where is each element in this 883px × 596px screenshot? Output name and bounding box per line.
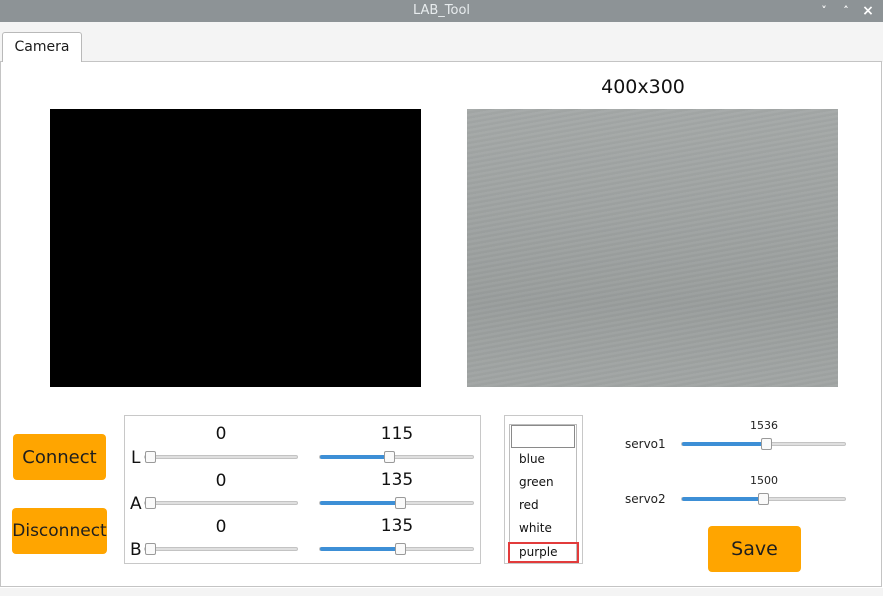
- b-max-value: 135: [380, 516, 414, 536]
- a-channel-label: A: [130, 494, 142, 514]
- b-min-value: 0: [215, 517, 227, 537]
- b-channel-label: B: [130, 540, 142, 560]
- color-option-white[interactable]: white: [519, 521, 552, 535]
- l-min-value: 0: [215, 424, 227, 444]
- servo1-slider-fill: [682, 442, 766, 446]
- maximize-icon[interactable]: ˄: [838, 2, 854, 20]
- color-option-red[interactable]: red: [519, 498, 539, 512]
- b-min-slider-thumb[interactable]: [145, 543, 156, 555]
- tab-camera[interactable]: Camera: [2, 32, 82, 62]
- selection-highlight: [508, 542, 579, 563]
- l-max-value: 115: [380, 424, 414, 444]
- b-max-slider-fill: [320, 547, 400, 551]
- l-max-slider-fill: [320, 455, 389, 459]
- color-option-blue[interactable]: blue: [519, 452, 545, 466]
- l-max-slider[interactable]: [319, 451, 474, 463]
- servo2-value: 1500: [750, 474, 778, 487]
- servo1-slider[interactable]: [681, 438, 846, 450]
- color-option-green[interactable]: green: [519, 475, 554, 489]
- a-max-slider-thumb[interactable]: [395, 497, 406, 509]
- close-icon[interactable]: ×: [860, 2, 876, 20]
- servo2-label: servo2: [625, 492, 666, 506]
- a-min-value: 0: [215, 471, 227, 491]
- color-dropdown-input[interactable]: [511, 425, 575, 448]
- camera-preview: [467, 109, 838, 387]
- servo2-slider-fill: [682, 497, 763, 501]
- a-min-slider[interactable]: [144, 497, 298, 509]
- tab-bar: [0, 22, 883, 62]
- status-bar: [0, 588, 883, 596]
- a-max-value: 135: [380, 470, 414, 490]
- b-max-slider[interactable]: [319, 543, 474, 555]
- b-min-slider[interactable]: [144, 543, 298, 555]
- l-max-slider-thumb[interactable]: [384, 451, 395, 463]
- a-max-slider[interactable]: [319, 497, 474, 509]
- servo1-slider-thumb[interactable]: [761, 438, 772, 450]
- mask-preview: [50, 109, 421, 387]
- l-min-slider[interactable]: [144, 451, 298, 463]
- l-channel-label: L: [131, 448, 141, 468]
- servo1-label: servo1: [625, 437, 666, 451]
- minimize-icon[interactable]: ˅: [816, 2, 832, 20]
- servo2-slider[interactable]: [681, 493, 846, 505]
- connect-button[interactable]: Connect: [13, 434, 106, 480]
- save-button[interactable]: Save: [708, 526, 801, 572]
- disconnect-button[interactable]: Disconnect: [12, 508, 107, 554]
- l-min-slider-thumb[interactable]: [145, 451, 156, 463]
- b-max-slider-thumb[interactable]: [395, 543, 406, 555]
- servo1-value: 1536: [750, 419, 778, 432]
- a-min-slider-thumb[interactable]: [145, 497, 156, 509]
- servo2-slider-thumb[interactable]: [758, 493, 769, 505]
- resolution-label: 400x300: [601, 76, 685, 98]
- window-title: LAB_Tool: [412, 3, 471, 18]
- lab-slider-group: [124, 415, 481, 564]
- a-max-slider-fill: [320, 501, 400, 505]
